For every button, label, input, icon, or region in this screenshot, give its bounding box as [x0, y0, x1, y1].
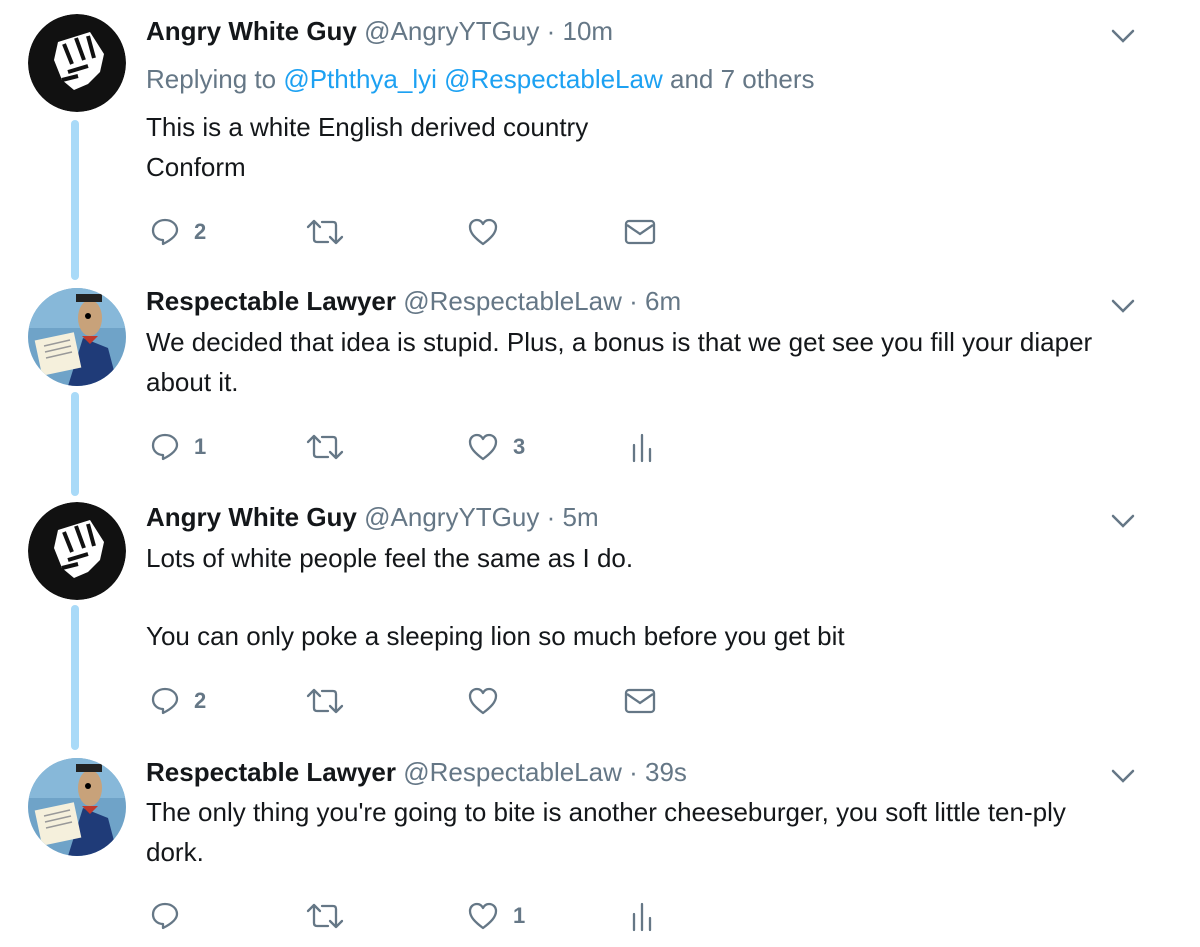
mention-link[interactable]: @Pththya_lyi: [283, 64, 437, 94]
retweet-button[interactable]: [306, 681, 344, 721]
retweet-button[interactable]: [306, 427, 344, 467]
like-button[interactable]: [467, 681, 513, 721]
chevron-down-icon[interactable]: [1108, 765, 1138, 787]
analytics-icon: [630, 431, 654, 463]
tweet-text: The only thing you're going to bite is a…: [146, 792, 1116, 872]
tweet-time[interactable]: · 6m: [629, 286, 681, 316]
avatar[interactable]: [28, 758, 126, 856]
author-handle[interactable]: @RespectableLaw: [403, 286, 622, 316]
tweet-line: You can only poke a sleeping lion so muc…: [146, 621, 845, 651]
reply-button[interactable]: 1: [150, 427, 206, 467]
author-handle[interactable]: @RespectableLaw: [403, 757, 622, 787]
cartoon-lawyer-avatar-icon: [28, 288, 126, 386]
tweet-line: The only thing you're going to bite is a…: [146, 797, 1066, 867]
like-count: 3: [513, 434, 526, 459]
analytics-button[interactable]: [630, 896, 654, 936]
others-link[interactable]: and 7 others: [670, 64, 815, 94]
heart-icon: [467, 217, 499, 247]
tweet-text: This is a white English derived country …: [146, 107, 1136, 187]
tweet-text: We decided that idea is stupid. Plus, a …: [146, 322, 1136, 402]
author-handle[interactable]: @AngryYTGuy: [364, 16, 539, 46]
tweet[interactable]: Respectable Lawyer @RespectableLaw · 39s…: [0, 755, 1200, 947]
author-handle[interactable]: @AngryYTGuy: [364, 502, 539, 532]
retweet-icon: [306, 432, 344, 462]
tweet-line: We decided that idea is stupid. Plus, a …: [146, 327, 1093, 397]
dm-envelope-icon: [624, 687, 656, 715]
tweet-time[interactable]: · 5m: [547, 502, 599, 532]
replying-to-label: Replying to: [146, 64, 277, 94]
tweet-line: Lots of white people feel the same as I …: [146, 543, 634, 573]
tweet-text: Lots of white people feel the same as I …: [146, 538, 1136, 656]
author-name[interactable]: Angry White Guy: [146, 16, 357, 46]
reply-button[interactable]: 2: [150, 681, 206, 721]
reply-count: 2: [194, 219, 207, 244]
avatar[interactable]: [28, 502, 126, 600]
avatar[interactable]: [28, 14, 126, 112]
mention-link[interactable]: @RespectableLaw: [444, 64, 663, 94]
retweet-icon: [306, 217, 344, 247]
retweet-icon: [306, 686, 344, 716]
retweet-icon: [306, 901, 344, 931]
reply-button[interactable]: 2: [150, 212, 206, 252]
retweet-button[interactable]: [306, 212, 344, 252]
avatar[interactable]: [28, 288, 126, 386]
reply-button[interactable]: [150, 896, 194, 936]
dm-button[interactable]: [624, 681, 656, 721]
tweet-time[interactable]: · 10m: [547, 16, 613, 46]
reply-icon: [150, 686, 180, 716]
reply-count: 2: [194, 688, 207, 713]
author-name[interactable]: Respectable Lawyer: [146, 757, 396, 787]
like-button[interactable]: 1: [467, 896, 525, 936]
fist-avatar-icon: [28, 502, 126, 600]
dm-button[interactable]: [624, 212, 656, 252]
like-count: 1: [513, 903, 526, 928]
analytics-icon: [630, 900, 654, 932]
chevron-down-icon[interactable]: [1108, 295, 1138, 317]
chevron-down-icon[interactable]: [1108, 510, 1138, 532]
dm-envelope-icon: [624, 218, 656, 246]
reply-count: 1: [194, 434, 207, 459]
fist-avatar-icon: [28, 14, 126, 112]
tweet[interactable]: Respectable Lawyer @RespectableLaw · 6m …: [0, 285, 1200, 495]
chevron-down-icon[interactable]: [1108, 25, 1138, 47]
tweet-line: This is a white English derived country: [146, 112, 589, 142]
like-button[interactable]: 3: [467, 427, 525, 467]
tweet[interactable]: Angry White Guy @AngryYTGuy · 10m Replyi…: [0, 0, 1200, 270]
heart-icon: [467, 901, 499, 931]
analytics-button[interactable]: [630, 427, 654, 467]
tweet-line: Conform: [146, 152, 246, 182]
tweet[interactable]: Angry White Guy @AngryYTGuy · 5m Lots of…: [0, 500, 1200, 750]
reply-icon: [150, 432, 180, 462]
author-name[interactable]: Respectable Lawyer: [146, 286, 396, 316]
cartoon-lawyer-avatar-icon: [28, 758, 126, 856]
heart-icon: [467, 686, 499, 716]
like-button[interactable]: [467, 212, 513, 252]
reply-icon: [150, 901, 180, 931]
heart-icon: [467, 432, 499, 462]
retweet-button[interactable]: [306, 896, 344, 936]
author-name[interactable]: Angry White Guy: [146, 502, 357, 532]
reply-icon: [150, 217, 180, 247]
tweet-time[interactable]: · 39s: [629, 757, 687, 787]
replying-to: Replying to @Pththya_lyi @RespectableLaw…: [146, 63, 815, 95]
